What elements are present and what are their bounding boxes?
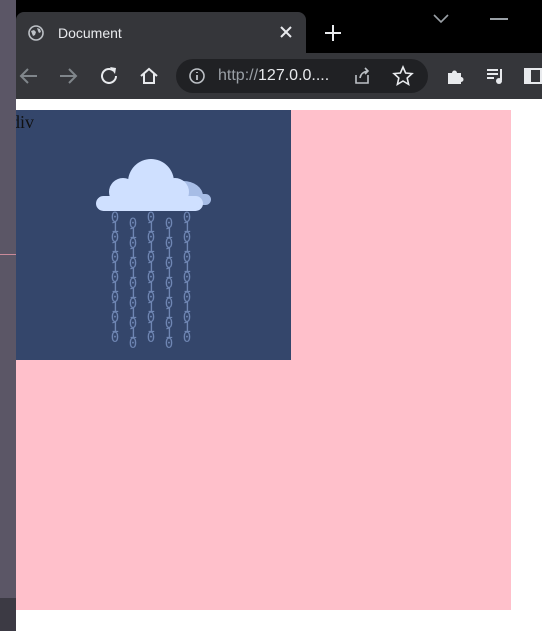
star-icon[interactable] <box>392 65 414 87</box>
binary-column: 0101010101010 <box>183 210 191 346</box>
edge-bottom <box>0 598 16 631</box>
share-icon[interactable] <box>352 66 372 86</box>
cloud-binary-rain-illustration: 0 1 0 1 0 1 0 1 0 1 0 1 0 0 1 0 1 0 1 0 1 0 1 0 1 0 0 1 0 1 0 1 0 1 0 1 0 1 0 0… <box>96 159 211 352</box>
plus-icon[interactable] <box>322 22 344 44</box>
queue-music-icon[interactable] <box>484 65 506 87</box>
tab-document[interactable]: Document <box>16 12 306 53</box>
binary-column: 0101010101010 <box>147 210 155 346</box>
binary-digits: 0 1 0 1 0 1 0 1 0 1 0 1 0 0 1 0 1 0 1 0 1 0 1 0 1 0 0 1 0 1 0 1 0 1 0 1 0 1 0 0… <box>111 210 191 352</box>
minimize-icon[interactable] <box>490 18 508 20</box>
left-window-edge <box>0 0 16 631</box>
close-icon[interactable] <box>278 24 294 40</box>
puzzle-icon[interactable] <box>444 65 466 87</box>
cloud-icon <box>96 159 211 211</box>
side-panel-icon[interactable] <box>522 65 542 87</box>
address-bar[interactable]: http://127.0.0.... <box>176 59 428 93</box>
home-icon[interactable] <box>138 65 160 87</box>
inner-navy-div: 0101010101010 0101010101010 0101010101010 0… <box>11 110 291 360</box>
binary-column: 0101010101010 <box>111 210 119 346</box>
url-scheme: http:// <box>218 67 259 84</box>
reload-icon[interactable] <box>98 65 120 87</box>
outer-pink-div: 0101010101010 0101010101010 0101010101010 0… <box>11 110 511 610</box>
tab-strip: Document <box>0 0 542 53</box>
globe-icon <box>28 24 44 41</box>
info-icon[interactable] <box>188 67 206 85</box>
tab-title: Document <box>58 24 122 41</box>
arrow-left-icon[interactable] <box>18 65 40 87</box>
browser-toolbar: http://127.0.0.... <box>0 53 542 99</box>
page-viewport: 0101010101010 0101010101010 0101010101010 0… <box>0 99 542 631</box>
binary-column: 0101010101010 <box>165 216 173 352</box>
url-text: http://127.0.0.... <box>218 67 329 85</box>
arrow-right-icon[interactable] <box>57 65 79 87</box>
edge-divider <box>0 254 16 255</box>
chevron-down-icon[interactable] <box>432 13 450 25</box>
binary-column: 0101010101010 <box>129 216 137 352</box>
url-host: 127.0.0.... <box>258 67 330 84</box>
